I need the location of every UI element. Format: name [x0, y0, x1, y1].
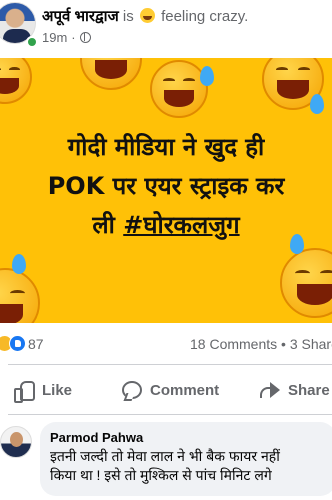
- hashtag-link[interactable]: #घोरकलजुग: [123, 211, 239, 239]
- share-button[interactable]: Share: [260, 368, 330, 412]
- is-text: is: [122, 8, 134, 25]
- share-label: Share: [288, 381, 330, 399]
- like-label: Like: [42, 381, 73, 399]
- banner-line-3: ली #घोरकलजुग: [0, 206, 332, 245]
- comment-text: इतनी जल्दी तो मेवा लाल ने भी बैक फायर नह…: [50, 447, 326, 485]
- post-header: अपूर्व भारद्वाज is feeling crazy. 19m ·: [0, 0, 332, 58]
- tear-drop-icon: [310, 94, 324, 114]
- reaction-count[interactable]: 87: [28, 336, 44, 352]
- tear-drop-icon: [12, 254, 26, 274]
- post-actions: Like Comment Share: [0, 368, 332, 412]
- meta-separator: ·: [71, 30, 76, 45]
- author-name[interactable]: अपूर्व भारद्वाज: [42, 8, 119, 25]
- feeling-text: feeling crazy.: [161, 8, 249, 25]
- commenter-name[interactable]: Parmod Pahwa: [50, 430, 326, 445]
- online-status-icon: [26, 36, 38, 48]
- comment-line-1: इतनी जल्दी तो मेवा लाल ने भी बैक फायर नह…: [50, 448, 280, 464]
- banner-line-1: गोदी मीडिया ने खुद ही: [67, 133, 265, 161]
- laughing-emoji-icon: [80, 58, 142, 90]
- comment-bubble-icon: [122, 381, 142, 399]
- comments-shares-count[interactable]: 18 Comments • 3 Share: [190, 336, 332, 352]
- banner-text: गोदी मीडिया ने खुद ही POK पर एयर स्ट्राइ…: [0, 128, 332, 245]
- laughing-emoji-icon: [280, 248, 332, 318]
- like-button[interactable]: Like: [14, 368, 72, 412]
- commenter-avatar[interactable]: [0, 426, 32, 458]
- share-arrow-icon: [260, 382, 280, 398]
- banner-line-3-text: ली: [92, 211, 124, 239]
- laughing-emoji-icon: [0, 58, 32, 104]
- comment-label: Comment: [150, 381, 220, 399]
- thumbs-up-icon: [14, 381, 35, 403]
- laughing-emoji-icon: [150, 60, 208, 118]
- reactions-summary: 87 18 Comments • 3 Share: [0, 330, 332, 358]
- post-header-line: अपूर्व भारद्वाज is feeling crazy.: [42, 6, 248, 26]
- globe-icon: [79, 32, 91, 43]
- crazy-emoji-icon: [139, 8, 155, 23]
- like-reaction-icon: [9, 335, 26, 352]
- comment-line-2: किया था ! इसे तो मुश्किल से पांच मिनिट ल…: [50, 467, 272, 483]
- banner-line-2: POK पर एयर स्ट्राइक कर: [47, 172, 285, 200]
- post-image[interactable]: गोदी मीडिया ने खुद ही POK पर एयर स्ट्राइ…: [0, 58, 332, 323]
- divider: [8, 364, 332, 365]
- comment-bubble: Parmod Pahwa इतनी जल्दी तो मेवा लाल ने भ…: [40, 422, 332, 496]
- comment-item: Parmod Pahwa इतनी जल्दी तो मेवा लाल ने भ…: [0, 420, 332, 500]
- laughing-emoji-icon: [0, 268, 40, 323]
- post-meta: 19m ·: [42, 30, 91, 45]
- divider: [8, 414, 332, 415]
- comment-button[interactable]: Comment: [122, 368, 219, 412]
- tear-drop-icon: [200, 66, 214, 86]
- post-time[interactable]: 19m: [42, 30, 67, 45]
- reaction-icons[interactable]: [0, 335, 26, 352]
